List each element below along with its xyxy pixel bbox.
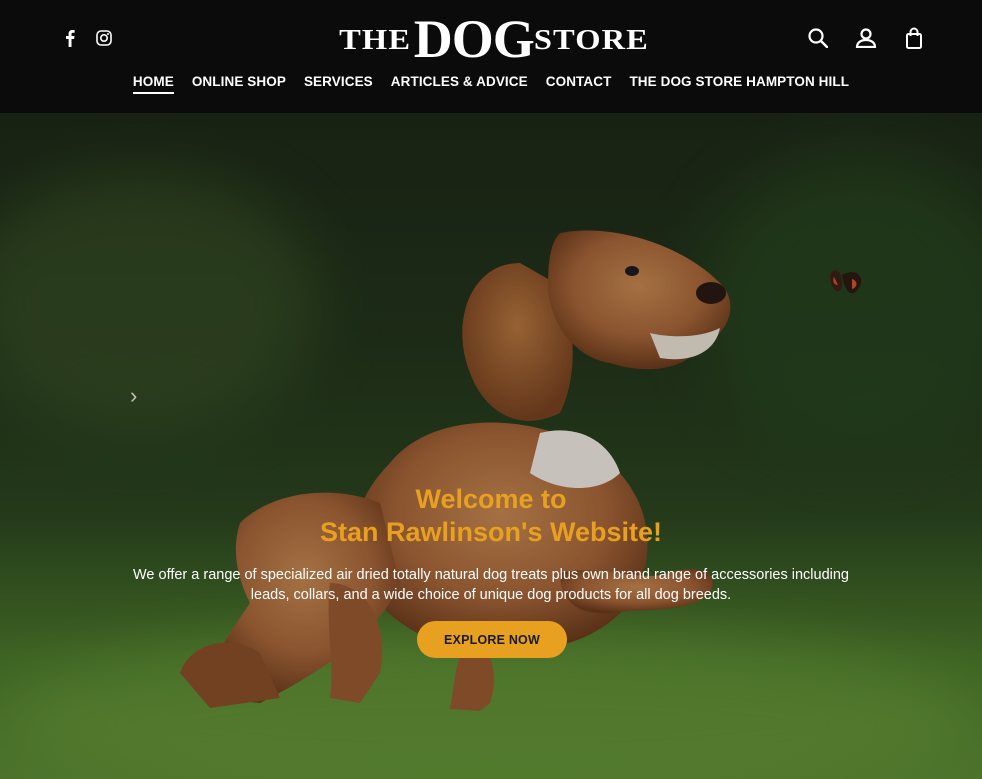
main-nav: HOME ONLINE SHOP SERVICES ARTICLES & ADV… (0, 74, 982, 94)
nav-item-online-shop[interactable]: ONLINE SHOP (192, 74, 286, 94)
nav-item-home[interactable]: HOME (132, 74, 174, 94)
logo-text-store: STORE (533, 24, 649, 56)
slider-prev-arrow-icon[interactable]: › (130, 383, 137, 409)
search-icon[interactable] (806, 26, 830, 50)
nav-item-services[interactable]: SERVICES (304, 74, 373, 94)
nav-item-contact[interactable]: CONTACT (546, 74, 612, 94)
nav-item-articles-advice[interactable]: ARTICLES & ADVICE (391, 74, 528, 94)
hero-overlay (0, 113, 982, 779)
hero-title-line-2: Stan Rawlinson's Website! (320, 517, 662, 547)
shopping-bag-icon[interactable] (902, 26, 926, 50)
hero-title-line-1: Welcome to (415, 484, 567, 514)
explore-now-button[interactable]: EXPLORE NOW (417, 621, 567, 658)
logo-text-dog: DOG (413, 9, 535, 69)
logo-dog-word: DOG (413, 9, 535, 69)
facebook-icon[interactable] (60, 27, 80, 49)
instagram-icon[interactable] (94, 27, 114, 49)
social-links (60, 27, 114, 49)
site-logo[interactable]: THE DOG STORE (298, 10, 688, 66)
logo-text-the: THE (339, 24, 412, 56)
nav-item-hampton-hill[interactable]: THE DOG STORE HAMPTON HILL (629, 74, 849, 94)
account-icon[interactable] (854, 26, 878, 50)
site-header: THE DOG STORE HOME ONLINE SHOP SERVICES … (0, 0, 982, 113)
hero-section: › Welcome to Stan Rawlinson's Website! W… (0, 113, 982, 779)
hero-description: We offer a range of specialized air drie… (132, 567, 849, 603)
header-tools (806, 26, 926, 50)
